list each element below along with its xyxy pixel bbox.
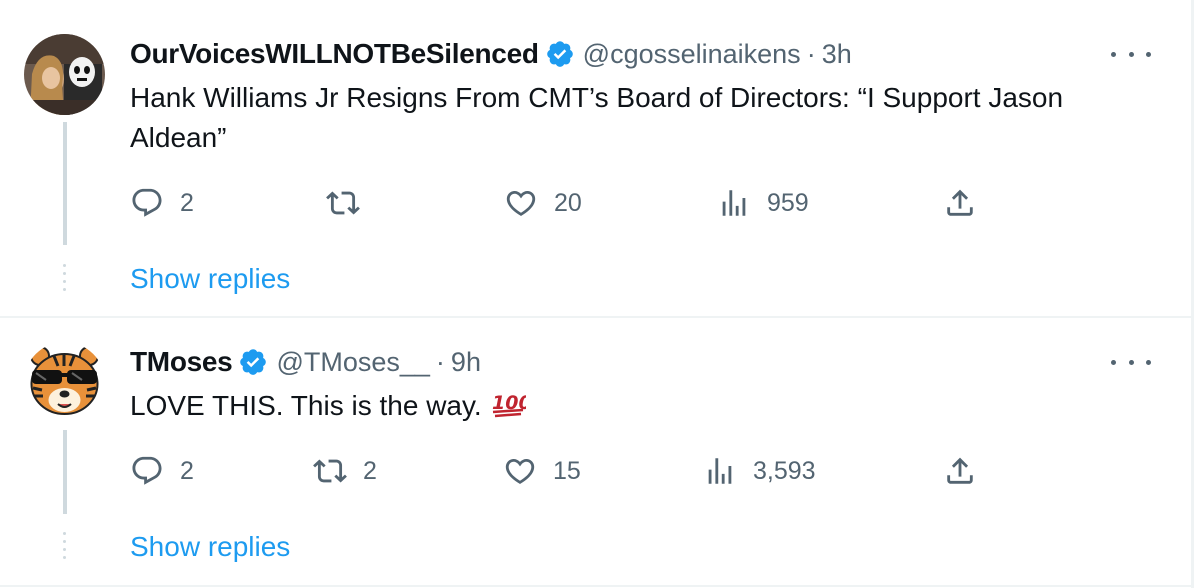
tweet-text: LOVE THIS. This is the way. bbox=[130, 390, 482, 421]
author-handle[interactable]: @cgosselinaikens bbox=[583, 39, 801, 70]
like-icon bbox=[505, 458, 535, 484]
avatar[interactable] bbox=[24, 342, 105, 423]
thread-line bbox=[63, 122, 67, 245]
retweet-button[interactable]: 2 bbox=[313, 454, 377, 488]
view-count: 3,593 bbox=[753, 456, 816, 485]
views-button[interactable]: 959 bbox=[717, 186, 809, 220]
retweet-icon bbox=[326, 191, 360, 215]
reply-count: 2 bbox=[180, 456, 194, 485]
timestamp[interactable]: 9h bbox=[451, 347, 481, 378]
more-icon[interactable] bbox=[1111, 352, 1151, 372]
tiger-avatar-icon bbox=[24, 342, 105, 423]
separator: · bbox=[435, 346, 445, 377]
like-count: 20 bbox=[554, 188, 582, 217]
thread-dots bbox=[63, 532, 67, 564]
verified-badge-icon[interactable] bbox=[238, 347, 268, 377]
like-button[interactable]: 20 bbox=[504, 186, 582, 220]
view-count: 959 bbox=[767, 188, 809, 217]
author-name[interactable]: TMoses bbox=[130, 346, 233, 378]
retweet-count: 2 bbox=[363, 456, 377, 485]
views-icon bbox=[708, 458, 732, 484]
share-button[interactable] bbox=[943, 454, 977, 488]
share-icon bbox=[947, 189, 973, 216]
separator: · bbox=[806, 38, 816, 69]
timestamp[interactable]: 3h bbox=[822, 39, 852, 70]
tweet-text-container: LOVE THIS. This is the way. 100 bbox=[130, 386, 1160, 426]
reply-count: 2 bbox=[180, 188, 194, 217]
thread-dots bbox=[63, 264, 67, 296]
100-emoji-icon: 100 bbox=[492, 392, 526, 418]
retweet-button[interactable] bbox=[326, 186, 360, 220]
like-button[interactable]: 15 bbox=[503, 454, 581, 488]
reply-icon bbox=[132, 456, 162, 485]
more-icon[interactable] bbox=[1111, 44, 1151, 64]
tweet[interactable]: TMoses @TMoses__ · 9h LOVE THIS. This is… bbox=[0, 318, 1191, 585]
show-replies-link[interactable]: Show replies bbox=[130, 263, 290, 295]
tweet-text: Hank Williams Jr Resigns From CMT’s Boar… bbox=[130, 82, 1064, 153]
tweet-header: TMoses @TMoses__ · 9h bbox=[130, 344, 481, 380]
share-icon bbox=[947, 457, 973, 484]
views-icon bbox=[722, 190, 746, 216]
reply-icon bbox=[132, 188, 162, 217]
views-button[interactable]: 3,593 bbox=[703, 454, 816, 488]
retweet-icon bbox=[313, 459, 347, 483]
share-button[interactable] bbox=[943, 186, 977, 220]
divider bbox=[0, 585, 1191, 587]
like-count: 15 bbox=[553, 456, 581, 485]
tweet-header: OurVoicesWILLNOTBeSilenced @cgosselinaik… bbox=[130, 36, 852, 72]
author-handle[interactable]: @TMoses__ bbox=[276, 347, 429, 378]
tweet[interactable]: OurVoicesWILLNOTBeSilenced @cgosselinaik… bbox=[0, 0, 1191, 316]
reply-button[interactable]: 2 bbox=[130, 186, 194, 220]
show-replies-link[interactable]: Show replies bbox=[130, 531, 290, 563]
verified-badge-icon[interactable] bbox=[545, 39, 575, 69]
thread-line bbox=[63, 430, 67, 514]
reply-button[interactable]: 2 bbox=[130, 454, 194, 488]
like-icon bbox=[506, 190, 536, 216]
avatar-photo-icon bbox=[24, 34, 105, 115]
avatar[interactable] bbox=[24, 34, 105, 115]
author-name[interactable]: OurVoicesWILLNOTBeSilenced bbox=[130, 38, 539, 70]
